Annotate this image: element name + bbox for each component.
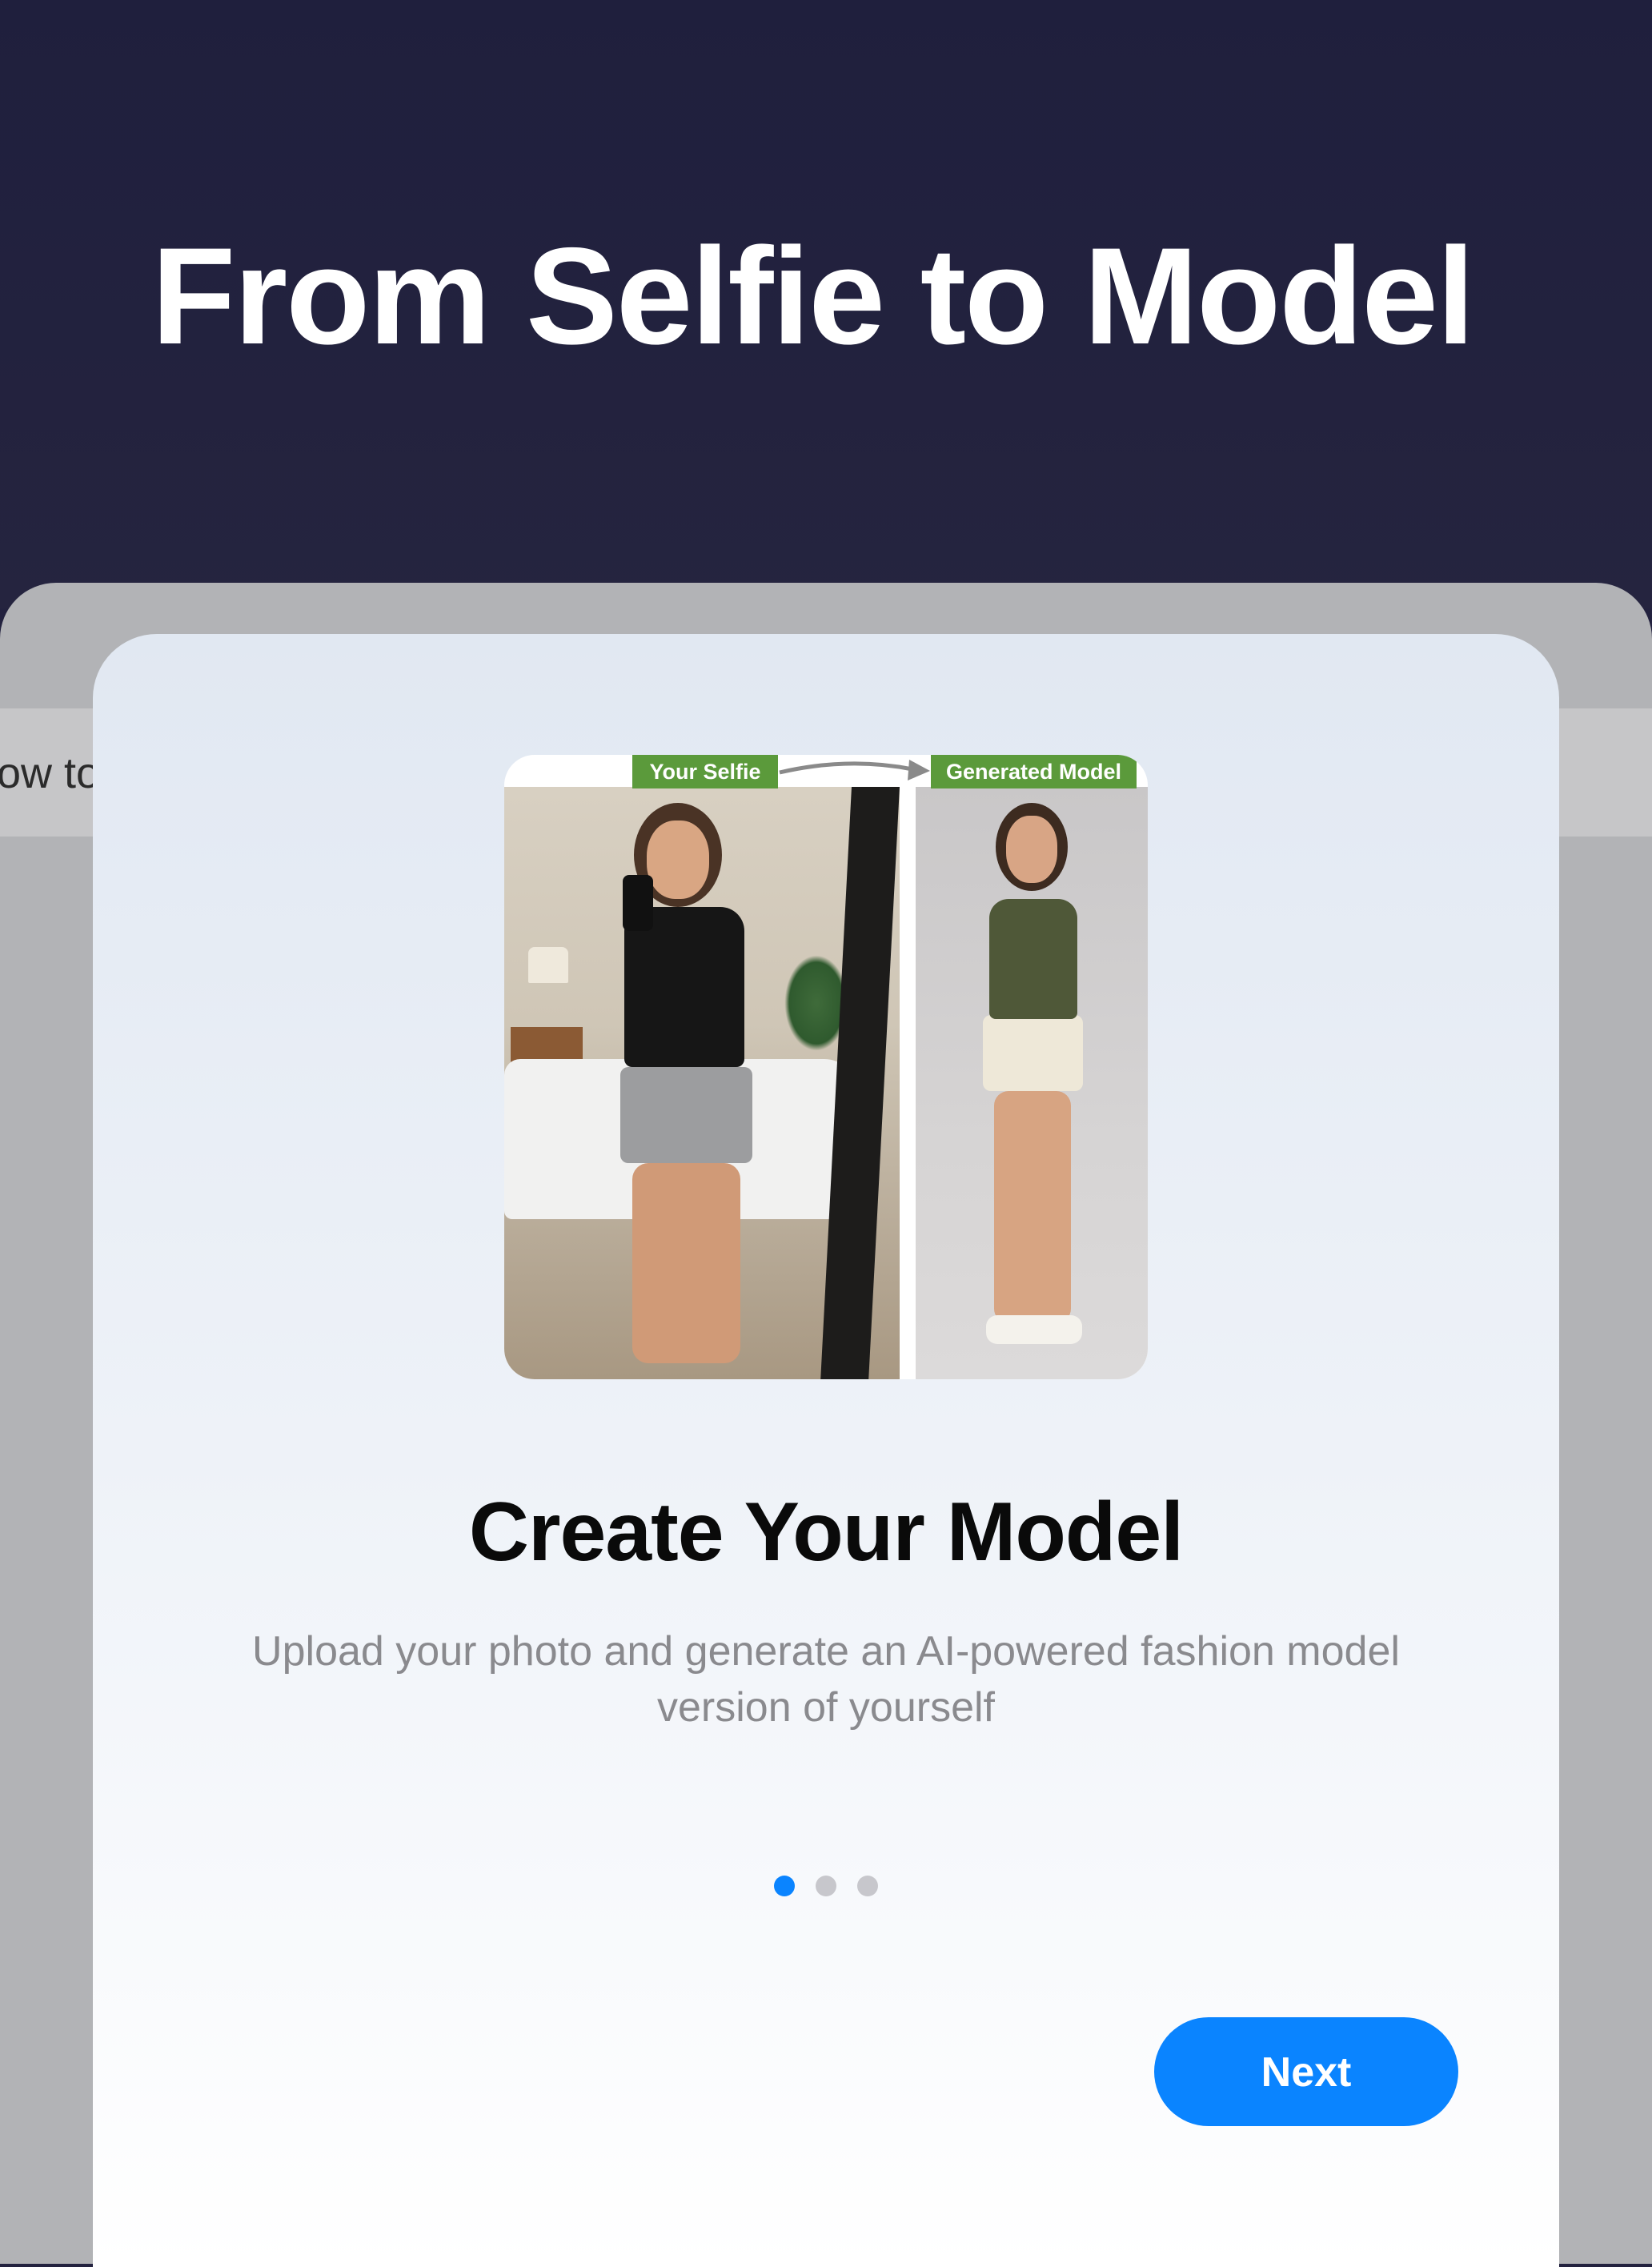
generated-model-label: Generated Model [931, 755, 1137, 788]
phone-icon [623, 875, 653, 931]
background-app-text: ow to [0, 749, 101, 797]
page-indicator [0, 1876, 1652, 1900]
onboarding-description: Upload your photo and generate an AI-pow… [252, 1628, 1400, 1731]
arrow-right-icon [779, 760, 930, 780]
page-dot-2[interactable] [816, 1876, 836, 1896]
selfie-to-model-illustration: Your Selfie Generated Model [504, 755, 1148, 1379]
your-selfie-label: Your Selfie [632, 755, 778, 788]
page-dot-3[interactable] [857, 1876, 878, 1896]
promo-title: From Selfie to Model [151, 219, 1474, 373]
page-dot-1[interactable] [774, 1876, 795, 1896]
next-button[interactable]: Next [1154, 2017, 1458, 2126]
generated-model-photo [916, 787, 1148, 1379]
onboarding-title: Create Your Model [468, 1486, 1184, 1579]
